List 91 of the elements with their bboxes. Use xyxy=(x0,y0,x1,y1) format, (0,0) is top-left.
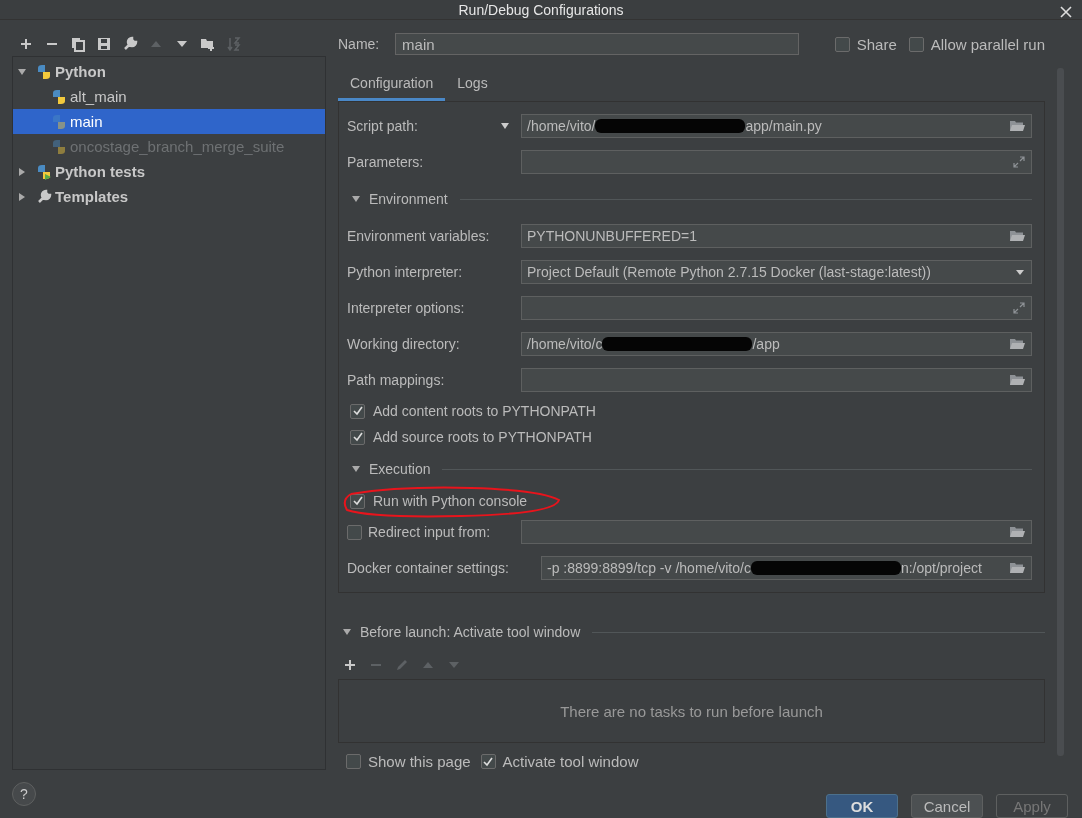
help-button[interactable]: ? xyxy=(12,782,36,806)
field-value: PYTHONUNBUFFERED=1 xyxy=(527,228,697,244)
empty-list-message: There are no tasks to run before launch xyxy=(560,702,823,720)
field-label: Script path: xyxy=(347,118,418,134)
field-label: Working directory: xyxy=(347,336,460,352)
tree-item-label: Templates xyxy=(55,188,129,205)
field-label: Path mappings: xyxy=(347,372,445,388)
checkbox[interactable] xyxy=(346,754,361,769)
dialog-button[interactable]: OK xyxy=(826,794,898,818)
checkbox-label: Add source roots to PYTHONPATH xyxy=(373,429,592,445)
field-value: /home/vito/c xyxy=(527,336,603,352)
folder-icon[interactable] xyxy=(1010,562,1025,574)
interpreter-dropdown[interactable]: Project Default (Remote Python 2.7.15 Docker (last-stage:latest)) xyxy=(521,260,1032,284)
collapse-arrow-icon[interactable] xyxy=(351,194,361,204)
dropdown-arrow-icon[interactable] xyxy=(1015,267,1025,277)
field-label: Redirect input from: xyxy=(368,524,491,540)
field-value: /home/vito/ xyxy=(527,118,596,134)
tab[interactable]: Configuration xyxy=(338,69,446,101)
field-value: -p :8899:8899/tcp -v /home/vito/c xyxy=(547,560,751,576)
python-icon xyxy=(36,63,52,80)
field-value: app/main.py xyxy=(745,118,822,134)
collapse-arrow-icon[interactable] xyxy=(342,627,352,637)
tree-item[interactable]: Python tests xyxy=(13,159,325,184)
dialog-button[interactable]: Cancel xyxy=(911,794,983,818)
python-icon xyxy=(51,138,67,155)
tree-item-label: alt_main xyxy=(70,88,127,105)
field-label: Parameters: xyxy=(347,154,424,170)
input-field[interactable] xyxy=(521,368,1032,392)
checkbox[interactable] xyxy=(908,36,924,52)
input-field[interactable]: -p :8899:8899/tcp -v /home/vito/c n:/opt/project xyxy=(541,556,1032,580)
input-field[interactable]: /home/vito/c /app xyxy=(521,332,1032,356)
input-field[interactable]: PYTHONUNBUFFERED=1 xyxy=(521,224,1032,248)
close-icon[interactable] xyxy=(1060,6,1072,18)
folder-icon[interactable] xyxy=(1010,230,1025,242)
checkbox-label: Show this page xyxy=(368,753,471,770)
tree-item-label: Python tests xyxy=(55,163,145,180)
checkbox[interactable] xyxy=(834,36,850,52)
expand-arrow-icon[interactable] xyxy=(17,191,27,202)
folder-icon[interactable] xyxy=(1010,526,1025,538)
window-title: Run/Debug Configurations xyxy=(458,1,624,18)
field-value: /app xyxy=(752,336,780,352)
checkbox[interactable] xyxy=(350,403,365,419)
expand-arrow-icon[interactable] xyxy=(17,66,27,77)
python-icon xyxy=(51,113,67,130)
tree-item[interactable]: Python xyxy=(13,59,325,84)
checkbox-label: Activate tool window xyxy=(502,753,639,770)
tree-item-label: Python xyxy=(55,63,106,80)
dropdown-arrow-icon[interactable] xyxy=(499,121,510,131)
section-title: Execution xyxy=(369,461,431,477)
tree-item[interactable]: Templates xyxy=(13,184,325,209)
tree-item[interactable]: main xyxy=(13,109,325,134)
tree-item[interactable]: alt_main xyxy=(13,84,325,109)
expand-icon[interactable] xyxy=(1013,302,1025,314)
checkbox-label: Allow parallel run xyxy=(930,35,1045,53)
tree-item-label: main xyxy=(70,113,103,130)
checkbox-label: Run with Python console xyxy=(373,493,528,509)
input-field[interactable]: /home/vito/ app/main.py xyxy=(521,114,1032,138)
input-field[interactable] xyxy=(521,520,1032,544)
field-value: n:/opt/project xyxy=(900,560,982,576)
section-title: Before launch: Activate tool window xyxy=(360,624,581,640)
field-label: Interpreter options: xyxy=(347,300,465,316)
wrench-icon[interactable] xyxy=(122,36,138,52)
input-field[interactable] xyxy=(521,150,1032,174)
folder-icon[interactable] xyxy=(1010,120,1025,132)
collapse-arrow-icon[interactable] xyxy=(351,464,361,474)
checkbox-label: Share xyxy=(856,35,897,53)
checkbox-label: Add content roots to PYTHONPATH xyxy=(373,403,596,419)
field-label: Python interpreter: xyxy=(347,264,463,280)
section-title: Environment xyxy=(369,191,448,207)
save-icon[interactable] xyxy=(96,36,112,52)
wrench-icon xyxy=(36,188,52,205)
checkbox[interactable] xyxy=(480,754,496,769)
folder-icon[interactable] xyxy=(1010,338,1025,350)
checkbox[interactable] xyxy=(350,429,365,445)
checkbox[interactable] xyxy=(347,524,362,540)
folder-icon[interactable] xyxy=(1010,374,1025,386)
tab[interactable]: Logs xyxy=(445,69,500,101)
field-value: Project Default (Remote Python 2.7.15 Docker (last-stage:latest)) xyxy=(527,264,931,280)
field-label: Environment variables: xyxy=(347,228,490,244)
python-test-icon xyxy=(36,163,52,180)
add-icon[interactable] xyxy=(342,657,358,673)
python-icon xyxy=(51,88,67,105)
name-label: Name: xyxy=(338,36,381,52)
expand-arrow-icon[interactable] xyxy=(17,166,27,177)
input-field[interactable] xyxy=(521,296,1032,320)
field-label: Docker container settings: xyxy=(347,560,509,576)
folder-icon[interactable] xyxy=(200,36,216,52)
expand-icon[interactable] xyxy=(1013,156,1025,168)
add-icon[interactable] xyxy=(18,36,34,52)
copy-icon[interactable] xyxy=(70,36,86,52)
name-field[interactable]: main xyxy=(395,33,799,55)
